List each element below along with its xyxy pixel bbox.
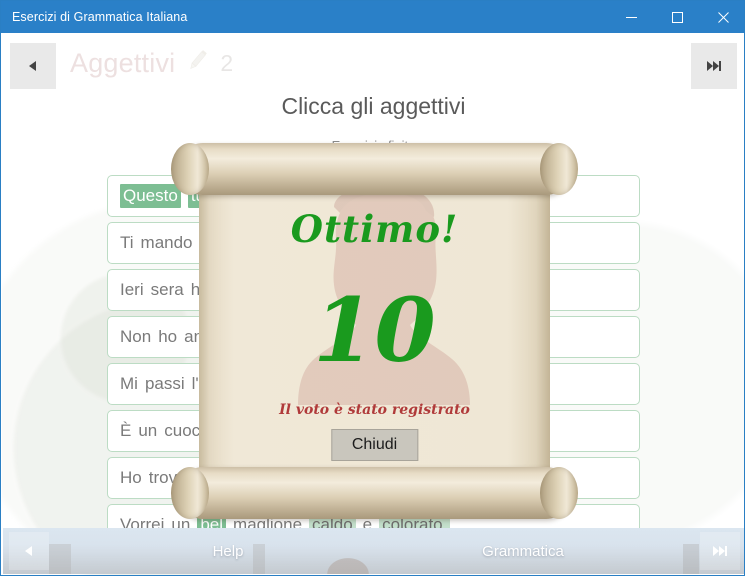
triangle-left-icon bbox=[25, 546, 32, 556]
sentence-word[interactable]: Non bbox=[120, 327, 151, 347]
sentence-word[interactable]: un bbox=[138, 421, 157, 441]
sentence-word[interactable]: È bbox=[120, 421, 131, 441]
maximize-button[interactable] bbox=[654, 1, 700, 33]
sentence-word[interactable]: Ho bbox=[120, 468, 142, 488]
close-dialog-button[interactable]: Chiudi bbox=[330, 429, 419, 461]
scroll-bottom-roll bbox=[171, 467, 578, 519]
chapter-number: 2 bbox=[220, 49, 234, 76]
bottom-next-button[interactable] bbox=[700, 532, 740, 570]
sentence-word[interactable]: ho bbox=[158, 327, 177, 347]
content-area: Aggettivi 2 Clicca gli aggettivi Eserciz… bbox=[2, 33, 744, 575]
result-dialog: Ottimo! 10 Il voto è stato registrato Ch… bbox=[171, 111, 578, 551]
scroll-cap-right bbox=[540, 143, 578, 195]
grammar-button[interactable]: Grammatica bbox=[433, 528, 613, 574]
minimize-button[interactable] bbox=[608, 1, 654, 33]
close-button[interactable] bbox=[700, 1, 744, 33]
sentence-word[interactable]: Questo bbox=[120, 184, 181, 208]
previous-button[interactable] bbox=[10, 43, 56, 89]
pencil-icon bbox=[184, 47, 211, 79]
florence-skyline-image bbox=[3, 528, 744, 574]
chapter-heading: Aggettivi 2 bbox=[70, 47, 233, 79]
skip-forward-icon bbox=[713, 546, 727, 556]
scroll-cap-right bbox=[540, 467, 578, 519]
help-button[interactable]: Help bbox=[173, 528, 283, 574]
chapter-title: Aggettivi bbox=[70, 47, 176, 78]
result-message: Il voto è stato registrato bbox=[279, 402, 470, 418]
title-bar: Esercizi di Grammatica Italiana bbox=[1, 1, 744, 33]
skip-forward-icon bbox=[707, 61, 721, 71]
application-window: Esercizi di Grammatica Italiana Aggettiv… bbox=[0, 0, 745, 576]
sentence-word[interactable]: Mi bbox=[120, 374, 138, 394]
bottom-toolbar: Help Grammatica bbox=[3, 528, 744, 574]
bottom-previous-button[interactable] bbox=[9, 532, 49, 570]
scroll-cap-left bbox=[171, 143, 209, 195]
result-score: 10 bbox=[313, 278, 436, 382]
result-heading: Ottimo! bbox=[290, 207, 459, 251]
scroll-top-roll bbox=[171, 143, 578, 195]
sentence-word[interactable]: Ti bbox=[120, 233, 134, 253]
window-controls bbox=[608, 1, 744, 33]
scroll-cap-left bbox=[171, 467, 209, 519]
window-title: Esercizi di Grammatica Italiana bbox=[12, 10, 188, 24]
triangle-left-icon bbox=[29, 61, 36, 71]
next-exercise-button[interactable] bbox=[691, 43, 737, 89]
sentence-word[interactable]: Ieri bbox=[120, 280, 144, 300]
